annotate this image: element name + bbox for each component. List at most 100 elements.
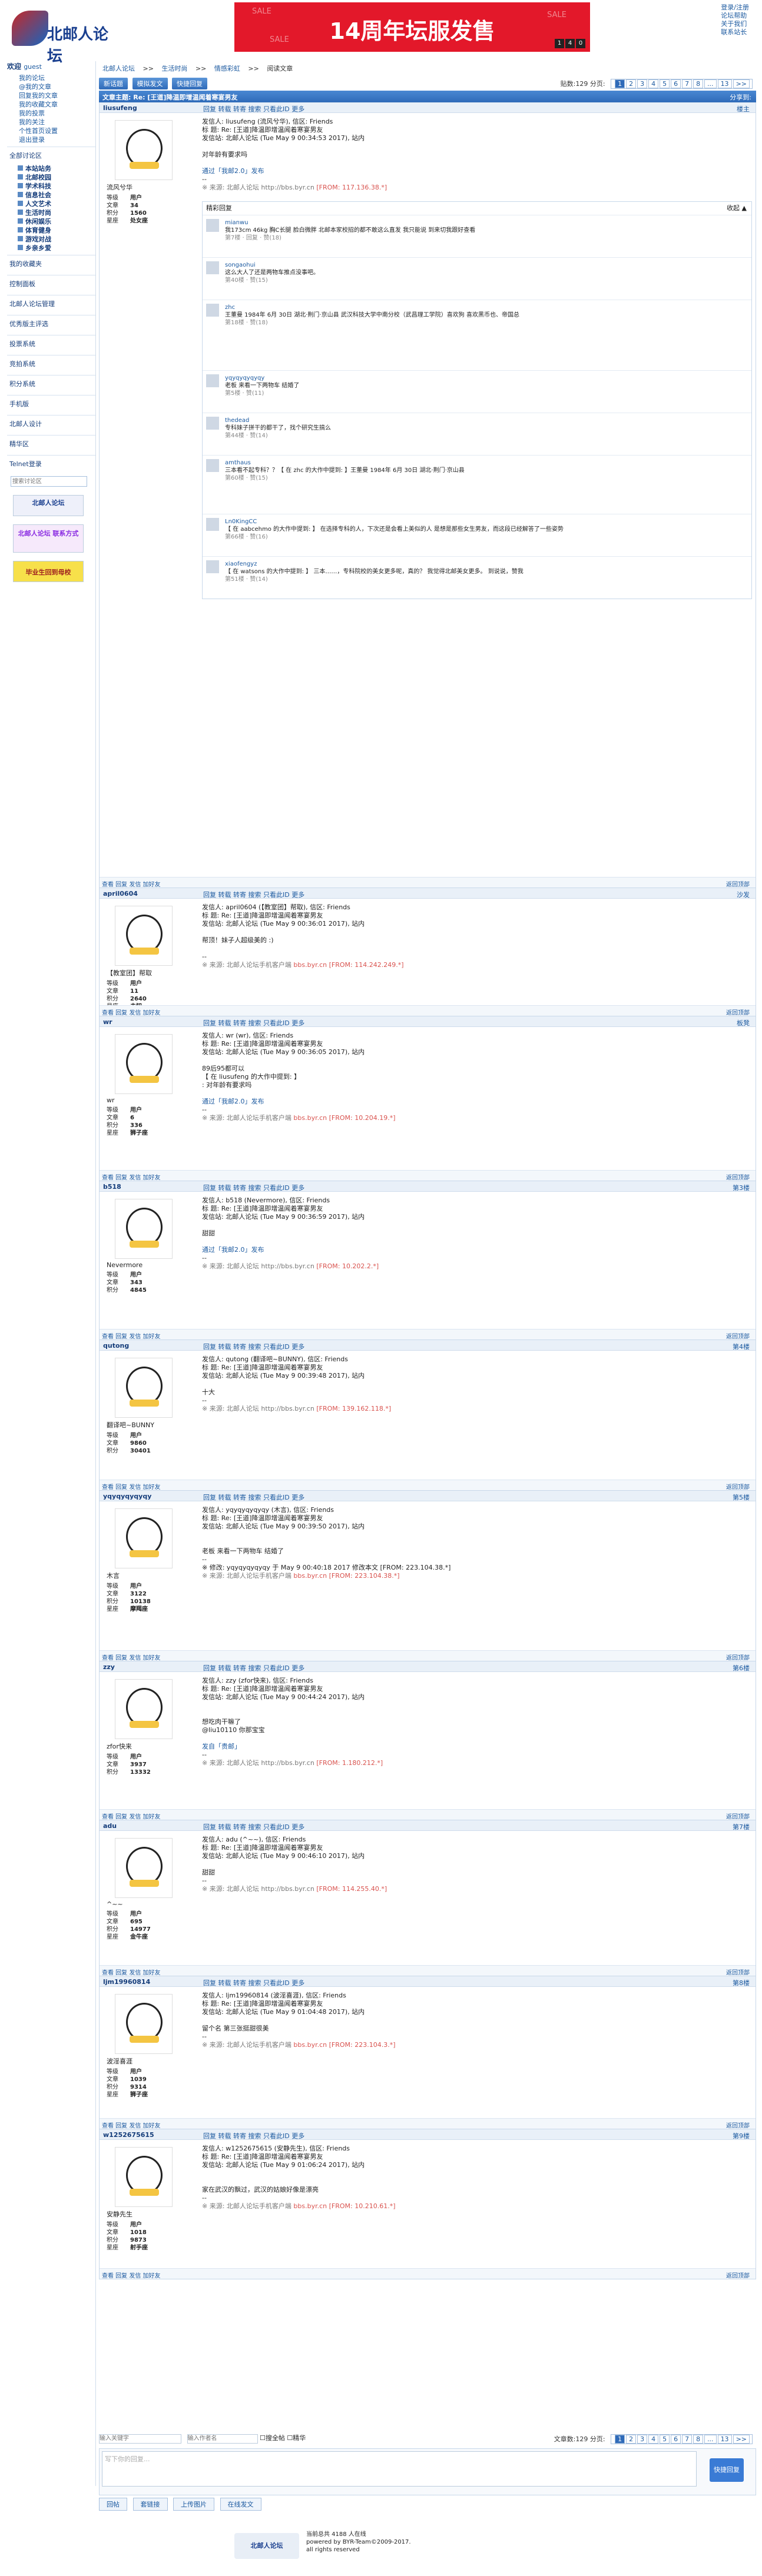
avatar[interactable] [115, 1034, 173, 1094]
breadcrumb-item[interactable]: 北邮人论坛 [102, 65, 135, 72]
sidebar-board[interactable]: 人文艺术 [7, 200, 95, 208]
sidebar-board[interactable]: 休闲娱乐 [7, 217, 95, 226]
back-to-top-link[interactable]: 返回顶部 [726, 1008, 750, 1016]
post-actions[interactable]: 查看 回复 发信 加好友 [102, 1334, 161, 1340]
back-to-top-link[interactable]: 返回顶部 [726, 2120, 750, 2129]
reply-avatar[interactable] [206, 304, 219, 317]
top-link-login[interactable]: 登录/注册 [721, 4, 749, 12]
reply-avatar[interactable] [206, 560, 219, 573]
pager-page[interactable]: 2 [626, 2435, 637, 2444]
post-author[interactable]: qutong [103, 1342, 129, 1350]
full-thread-checkbox[interactable]: ☐ [260, 2434, 266, 2442]
submit-reply-button[interactable]: 快捷回复 [710, 2458, 744, 2482]
sidebar-board[interactable]: 乡亲乡爱 [7, 244, 95, 252]
breadcrumb-item[interactable]: 情感彩虹 [214, 65, 240, 72]
post-actions[interactable]: 查看 回复 发信 加好友 [102, 1010, 161, 1016]
tab-upload[interactable]: 上传图片 [173, 2498, 214, 2511]
hot-reply-user[interactable]: xiaofengyz [225, 560, 524, 568]
pager-page[interactable]: 4 [648, 79, 659, 88]
avatar[interactable] [115, 1508, 173, 1568]
welcome-user[interactable]: guest [24, 63, 42, 71]
avatar[interactable] [115, 906, 173, 966]
pager-page[interactable]: 6 [671, 2435, 681, 2444]
reply-avatar[interactable] [206, 417, 219, 430]
post-tools[interactable]: 回复 转载 转寄 搜索 只看此ID 更多 [203, 1663, 304, 1673]
post-actions[interactable]: 查看 回复 发信 加好友 [102, 1175, 161, 1181]
back-to-top-link[interactable]: 返回顶部 [726, 1967, 750, 1976]
reply-textarea[interactable]: 写下你的回复... [102, 2451, 697, 2487]
site-logo[interactable]: 北邮人论坛 [12, 11, 118, 65]
sidebar-item[interactable]: 我的收藏文章 [7, 100, 95, 109]
back-to-top-link[interactable]: 返回顶部 [726, 879, 750, 888]
author-search-input[interactable] [187, 2434, 258, 2444]
post-author[interactable]: ljm19960814 [103, 1978, 150, 1986]
post-author[interactable]: liusufeng [103, 104, 137, 112]
post-actions[interactable]: 查看 回复 发信 加好友 [102, 2273, 161, 2279]
post-tools[interactable]: 回复 转载 转寄 搜索 只看此ID 更多 [203, 104, 304, 114]
keyword-search-input[interactable] [99, 2434, 181, 2444]
sidebar-board[interactable]: 本站站务 [7, 164, 95, 173]
sidebar-section[interactable]: 精华区 [7, 435, 95, 453]
pager-page[interactable]: 5 [660, 79, 670, 88]
simulate-post-button[interactable]: 模拟发文 [132, 78, 168, 89]
sidebar-item[interactable]: 我的投票 [7, 109, 95, 118]
avatar[interactable] [115, 2147, 173, 2207]
avatar[interactable] [115, 1994, 173, 2054]
hot-reply-user[interactable]: yqyqyqyqyqy [225, 374, 299, 382]
pager-page[interactable]: 5 [660, 2435, 670, 2444]
reply-avatar[interactable] [206, 459, 219, 472]
post-actions[interactable]: 查看 回复 发信 加好友 [102, 1484, 161, 1491]
post-author[interactable]: w1252675615 [103, 2131, 154, 2139]
hot-reply-user[interactable]: Ln0KingCC [225, 518, 564, 526]
avatar[interactable] [115, 120, 173, 180]
share-label[interactable]: 分享到: [730, 92, 751, 102]
sidebar-all-boards[interactable]: 全部讨论区 [7, 147, 95, 164]
pager-page[interactable]: 8 [693, 2435, 704, 2444]
sidebar-item[interactable]: 退出登录 [7, 135, 95, 144]
post-tools[interactable]: 回复 转载 转寄 搜索 只看此ID 更多 [203, 1822, 304, 1832]
pager-page[interactable]: 7 [682, 2435, 693, 2444]
sidebar-section[interactable]: 我的收藏夹 [7, 255, 95, 272]
post-tools[interactable]: 回复 转载 转寄 搜索 只看此ID 更多 [203, 1978, 304, 1987]
breadcrumb-item[interactable]: 生活时尚 [161, 65, 187, 72]
top-link-contact[interactable]: 联系站长 [721, 28, 749, 36]
post-author[interactable]: yqyqyqyqyqy [103, 1493, 151, 1500]
sidebar-ad-2[interactable]: 北邮人论坛 联系方式 [13, 524, 84, 553]
sidebar-section[interactable]: 竞拍系统 [7, 355, 95, 373]
back-to-top-link[interactable]: 返回顶部 [726, 1811, 750, 1820]
post-author[interactable]: wr [103, 1018, 112, 1026]
pager-page[interactable]: 2 [626, 79, 637, 88]
pager-page[interactable]: 13 [717, 2435, 732, 2444]
post-actions[interactable]: 查看 回复 发信 加好友 [102, 1970, 161, 1976]
pager-page[interactable]: 6 [671, 79, 681, 88]
avatar[interactable] [115, 1679, 173, 1739]
sidebar-board[interactable]: 北邮校园 [7, 173, 95, 182]
reply-avatar[interactable] [206, 261, 219, 274]
quick-reply-button[interactable]: 快捷回复 [172, 78, 207, 89]
avatar[interactable] [115, 1838, 173, 1898]
sidebar-section[interactable]: 优秀版主评选 [7, 315, 95, 333]
back-to-top-link[interactable]: 返回顶部 [726, 1482, 750, 1491]
hot-reply-user[interactable]: thedead [225, 417, 331, 424]
tab-reply[interactable]: 回帖 [99, 2498, 127, 2511]
post-actions[interactable]: 查看 回复 发信 加好友 [102, 2123, 161, 2129]
post-actions[interactable]: 查看 回复 发信 加好友 [102, 1814, 161, 1820]
sidebar-item[interactable]: 个性首页设置 [7, 127, 95, 135]
pager-page[interactable]: 4 [648, 2435, 659, 2444]
post-actions[interactable]: 查看 回复 发信 加好友 [102, 882, 161, 888]
collapse-toggle[interactable]: 收起 ▲ [727, 204, 747, 212]
post-author[interactable]: adu [103, 1822, 117, 1830]
sidebar-item[interactable]: 回复我的文章 [7, 91, 95, 100]
sidebar-section[interactable]: 控制面板 [7, 275, 95, 292]
sidebar-section[interactable]: 北邮人设计 [7, 415, 95, 433]
pager-page[interactable]: 8 [693, 79, 704, 88]
back-to-top-link[interactable]: 返回顶部 [726, 1331, 750, 1340]
back-to-top-link[interactable]: 返回顶部 [726, 1653, 750, 1661]
sidebar-section[interactable]: 投票系统 [7, 335, 95, 353]
sidebar-item[interactable]: @我的文章 [7, 82, 95, 91]
new-topic-button[interactable]: 新话题 [99, 78, 128, 89]
pager-page[interactable]: 1 [615, 79, 625, 88]
hot-reply-user[interactable]: zhc [225, 304, 519, 311]
avatar[interactable] [115, 1358, 173, 1418]
post-tools[interactable]: 回复 转载 转寄 搜索 只看此ID 更多 [203, 1342, 304, 1351]
